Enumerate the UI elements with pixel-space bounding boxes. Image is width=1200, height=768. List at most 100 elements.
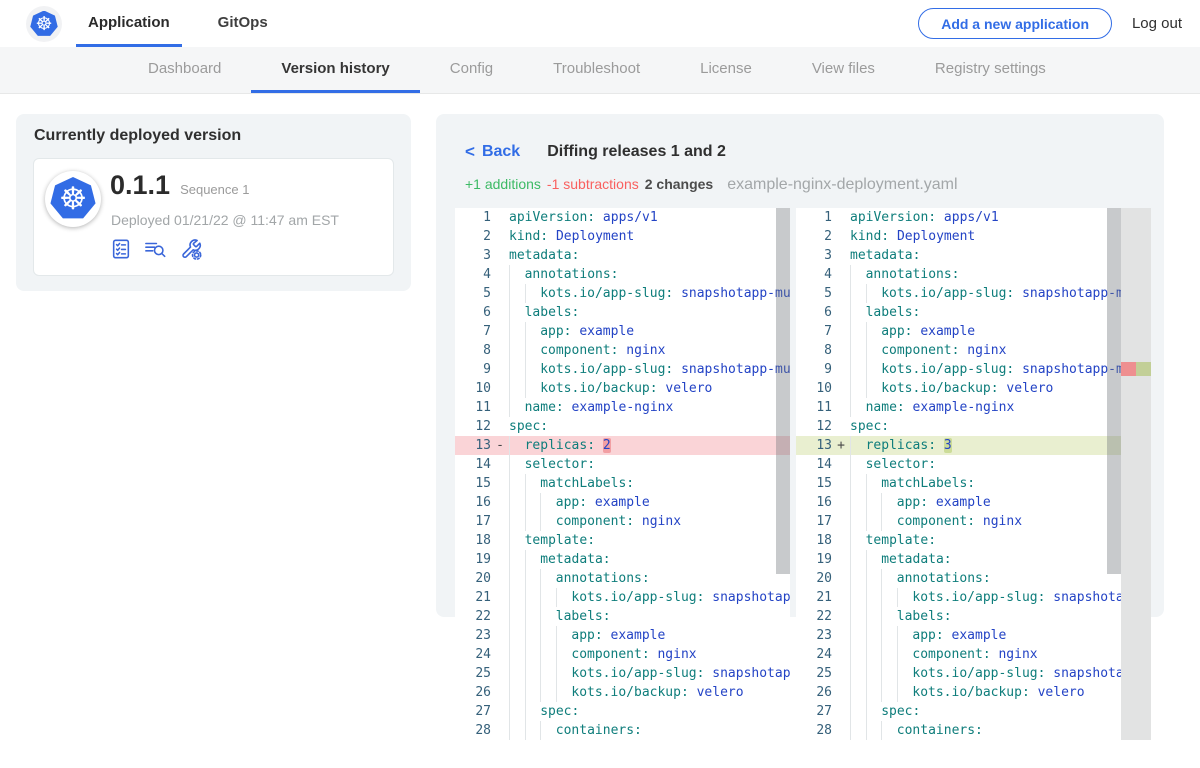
preflight-checks-icon[interactable]: [110, 238, 132, 260]
line-number: 8: [796, 341, 832, 360]
yaml-key: apiVersion:: [509, 208, 595, 227]
code-line: 15matchLabels:: [796, 474, 1121, 493]
app-kubernetes-icon: ☸: [45, 171, 101, 227]
indent-guide: [866, 379, 882, 398]
add-application-button[interactable]: Add a new application: [918, 8, 1112, 39]
back-chevron-icon[interactable]: <: [465, 142, 475, 162]
deployed-version-panel: ☸ 0.1.1 Sequence 1 Deployed 01/21/22 @ 1…: [33, 158, 394, 276]
indent-guide: [509, 493, 525, 512]
yaml-value: snapshotapp-mu: [673, 360, 790, 379]
code-line: 7app: example: [796, 322, 1121, 341]
line-number: 27: [455, 702, 491, 721]
diff-overview-ruler: [1121, 208, 1151, 740]
code-line: 16app: example: [455, 493, 790, 512]
yaml-key: labels:: [525, 303, 580, 322]
yaml-key: replicas:: [866, 436, 936, 455]
tab-gitops[interactable]: GitOps: [206, 0, 280, 47]
indent-guide: [525, 721, 541, 740]
yaml-key: kots.io/app-slug:: [912, 664, 1045, 683]
code-line: 11name: example-nginx: [455, 398, 790, 417]
line-number: 8: [455, 341, 491, 360]
subnav-item-registry-settings[interactable]: Registry settings: [905, 47, 1076, 93]
yaml-key: kind:: [850, 227, 889, 246]
logout-link[interactable]: Log out: [1132, 0, 1182, 47]
edit-config-icon[interactable]: [179, 237, 203, 261]
line-number: 10: [455, 379, 491, 398]
yaml-key: annotations:: [525, 265, 619, 284]
indent-guide: [525, 474, 541, 493]
indent-guide: [850, 683, 866, 702]
subnav-item-dashboard[interactable]: Dashboard: [118, 47, 251, 93]
indent-guide: [556, 645, 572, 664]
version-number: 0.1.1: [110, 170, 170, 201]
indent-guide: [509, 284, 525, 303]
modified-vertical-scrollbar[interactable]: [1107, 208, 1121, 574]
yaml-key: selector:: [866, 455, 936, 474]
code-line: 4annotations:: [455, 265, 790, 284]
diff-sign: [491, 702, 509, 721]
diff-sign: [832, 284, 850, 303]
yaml-value: snapshotap: [704, 588, 790, 607]
indent-guide: [556, 626, 572, 645]
yaml-value: velero: [689, 683, 744, 702]
indent-guide: [881, 626, 897, 645]
code-line: 20annotations:: [796, 569, 1121, 588]
line-number: 11: [796, 398, 832, 417]
yaml-value: example-nginx: [905, 398, 1015, 417]
code-line: 1apiVersion: apps/v1: [455, 208, 790, 227]
yaml-key: spec:: [881, 702, 920, 721]
subnav-item-version-history[interactable]: Version history: [251, 47, 419, 93]
indent-guide: [850, 379, 866, 398]
indent-guide: [525, 645, 541, 664]
subnav-item-view-files[interactable]: View files: [782, 47, 905, 93]
code-line: 28containers:: [796, 721, 1121, 740]
diff-sign: [491, 721, 509, 740]
line-number: 2: [796, 227, 832, 246]
yaml-key: labels:: [897, 607, 952, 626]
diff-sign: [491, 493, 509, 512]
indent-guide: [881, 569, 897, 588]
view-logs-icon[interactable]: [143, 238, 168, 260]
line-number: 6: [455, 303, 491, 322]
indent-guide: [850, 512, 866, 531]
line-number: 18: [796, 531, 832, 550]
indent-guide: [850, 626, 866, 645]
diff-sign: [491, 208, 509, 227]
code-line: 19metadata:: [455, 550, 790, 569]
diff-sign: [491, 531, 509, 550]
removed-char-highlight: 2: [603, 438, 611, 453]
indent-guide: [556, 664, 572, 683]
yaml-value: velero: [1030, 683, 1085, 702]
line-number: 15: [455, 474, 491, 493]
code-line: 16app: example: [796, 493, 1121, 512]
indent-guide: [509, 379, 525, 398]
line-number: 1: [796, 208, 832, 227]
indent-guide: [881, 493, 897, 512]
yaml-key: kots.io/app-slug:: [571, 664, 704, 683]
indent-guide: [850, 360, 866, 379]
line-number: 12: [455, 417, 491, 436]
indent-guide: [509, 436, 525, 455]
indent-guide: [881, 645, 897, 664]
back-link[interactable]: Back: [482, 143, 520, 161]
indent-guide: [509, 455, 525, 474]
subnav-item-troubleshoot[interactable]: Troubleshoot: [523, 47, 670, 93]
code-line: 26kots.io/backup: velero: [455, 683, 790, 702]
original-vertical-scrollbar[interactable]: [776, 208, 790, 574]
line-number: 20: [455, 569, 491, 588]
yaml-key: metadata:: [540, 550, 610, 569]
subnav-item-config[interactable]: Config: [420, 47, 523, 93]
diff-filename: example-nginx-deployment.yaml: [727, 176, 957, 194]
tab-application[interactable]: Application: [76, 0, 182, 47]
yaml-key: app:: [881, 322, 912, 341]
line-number: 13: [796, 436, 832, 455]
indent-guide: [509, 664, 525, 683]
line-number: 10: [796, 379, 832, 398]
indent-guide: [509, 550, 525, 569]
line-number: 23: [796, 626, 832, 645]
line-number: 22: [455, 607, 491, 626]
yaml-key: kots.io/app-slug:: [912, 588, 1045, 607]
subnav-item-license[interactable]: License: [670, 47, 782, 93]
diff-sign: [832, 341, 850, 360]
code-line: 24component: nginx: [455, 645, 790, 664]
